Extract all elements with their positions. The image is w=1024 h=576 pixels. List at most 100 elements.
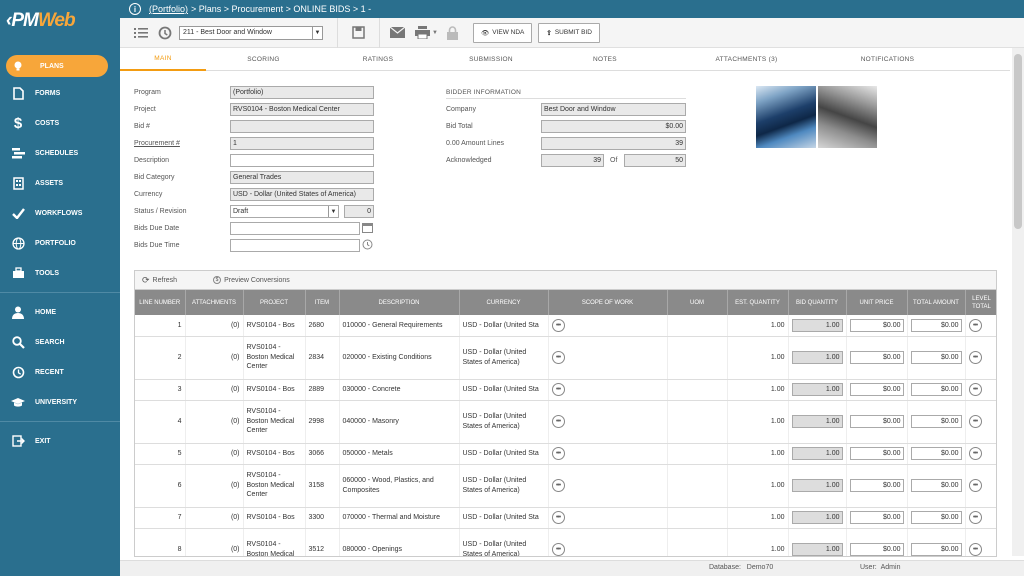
bid-number-field[interactable] — [230, 120, 374, 133]
more-options-icon[interactable]: ••• — [551, 511, 565, 524]
total-amount-input[interactable]: $0.00 — [910, 383, 962, 396]
column-header[interactable]: CURRENCY — [459, 290, 549, 315]
table-row[interactable]: 1 (0) RVS0104 - Bos 2680 010000 - General Re… — [135, 315, 996, 337]
amount-lines-field[interactable]: 39 — [541, 137, 686, 150]
tab-notes[interactable]: NOTES — [547, 48, 663, 71]
refresh-button[interactable]: ⟳ Refresh — [142, 275, 195, 286]
acknowledged-field[interactable]: 39 — [541, 154, 604, 167]
sidebar-item-university[interactable]: UNIVERSITY — [0, 387, 120, 417]
attachments-link[interactable]: (0) — [231, 482, 240, 489]
unit-price-input[interactable]: $0.00 — [849, 318, 904, 332]
bid-quantity-input[interactable]: 1.00 — [791, 415, 843, 428]
program-field[interactable]: (Portfolio) — [230, 86, 374, 99]
more-options-icon[interactable]: ••• — [968, 543, 982, 556]
column-header[interactable]: LINE NUMBER — [135, 290, 186, 315]
email-icon[interactable] — [390, 27, 405, 38]
more-options-icon[interactable]: ••• — [968, 479, 982, 492]
bids-due-date-field[interactable] — [230, 222, 360, 235]
total-amount-input[interactable]: $0.00 — [910, 479, 962, 492]
attachments-link[interactable]: (0) — [231, 418, 240, 425]
tab-main[interactable]: MAIN — [120, 48, 206, 71]
project-field[interactable]: RVS0104 - Boston Medical Center — [230, 103, 374, 116]
unit-price-input[interactable]: $0.00 — [849, 351, 904, 364]
sidebar-item-recent[interactable]: RECENT — [0, 357, 120, 387]
company-field[interactable]: Best Door and Window — [541, 103, 686, 116]
more-options-icon[interactable]: ••• — [968, 351, 982, 364]
chevron-down-icon[interactable]: ▼ — [432, 30, 438, 36]
list-icon[interactable] — [134, 27, 148, 39]
unit-price-input[interactable]: $0.00 — [849, 415, 904, 428]
bid-quantity-input[interactable]: 1.00 — [791, 447, 843, 460]
unit-price-input[interactable]: $0.00 — [849, 511, 904, 524]
bid-quantity-input[interactable]: 1.00 — [791, 351, 843, 364]
more-options-icon[interactable]: ••• — [551, 383, 565, 396]
sidebar-item-home[interactable]: HOME — [0, 297, 120, 327]
column-header[interactable]: UNIT PRICE — [846, 290, 908, 315]
bid-total-field[interactable]: $0.00 — [541, 120, 686, 133]
tab-submission[interactable]: SUBMISSION — [435, 48, 547, 71]
tab-scoring[interactable]: SCORING — [206, 48, 321, 71]
bid-category-field[interactable]: General Trades — [230, 171, 374, 184]
attachments-link[interactable]: (0) — [231, 354, 240, 361]
unit-price-input[interactable]: $0.00 — [849, 543, 904, 556]
of-total-field[interactable]: 50 — [624, 154, 686, 167]
more-options-icon[interactable]: ••• — [968, 383, 982, 396]
column-header[interactable]: SCOPE OF WORK — [548, 290, 668, 315]
more-options-icon[interactable]: ••• — [968, 415, 982, 428]
column-header[interactable]: TOTAL AMOUNT — [907, 290, 966, 315]
unit-price-input[interactable]: $0.00 — [849, 447, 904, 460]
more-options-icon[interactable]: ••• — [551, 351, 565, 364]
tab-attachments[interactable]: ATTACHMENTS (3) — [663, 48, 830, 71]
status-select[interactable]: Draft ▼ — [230, 205, 339, 218]
unit-price-input[interactable]: $0.00 — [849, 383, 904, 396]
calendar-icon[interactable] — [362, 222, 373, 235]
more-options-icon[interactable]: ••• — [551, 447, 565, 460]
tab-ratings[interactable]: RATINGS — [321, 48, 435, 71]
table-row[interactable]: 4 (0) RVS0104 - Boston Medical Center 2998 0… — [135, 400, 996, 444]
lock-icon[interactable] — [446, 25, 458, 40]
bid-quantity-input[interactable]: 1.00 — [791, 543, 843, 556]
history-icon[interactable] — [158, 26, 172, 40]
total-amount-input[interactable]: $0.00 — [910, 415, 962, 428]
pmweb-logo[interactable]: ‹PMWeb — [0, 0, 120, 42]
clock-icon[interactable] — [362, 239, 373, 252]
attachments-link[interactable]: (0) — [231, 514, 240, 521]
currency-field[interactable]: USD - Dollar (United States of America) — [230, 188, 374, 201]
table-row[interactable]: 3 (0) RVS0104 - Bos 2889 030000 - Concrete US… — [135, 379, 996, 401]
submit-bid-button[interactable]: ⇪ SUBMIT BID — [538, 22, 600, 43]
vertical-scrollbar[interactable] — [1012, 48, 1024, 556]
procurement-number-link[interactable]: Procurement # — [134, 140, 180, 147]
total-amount-input[interactable]: $0.00 — [910, 543, 962, 556]
sidebar-item-schedules[interactable]: SCHEDULES — [0, 138, 120, 168]
bid-quantity-input[interactable]: 1.00 — [791, 511, 843, 524]
column-header[interactable]: PROJECT — [243, 290, 306, 315]
project-photo[interactable] — [818, 86, 877, 148]
more-options-icon[interactable]: ••• — [551, 318, 565, 332]
more-options-icon[interactable]: ••• — [968, 318, 982, 332]
project-photo[interactable] — [756, 86, 816, 148]
sidebar-item-portfolio[interactable]: PORTFOLIO — [0, 228, 120, 258]
bids-due-time-field[interactable] — [230, 239, 360, 252]
attachments-link[interactable]: (0) — [231, 450, 240, 457]
view-nda-button[interactable]: 👁 VIEW NDA — [472, 22, 533, 43]
column-header[interactable]: ITEM — [305, 290, 340, 315]
more-options-icon[interactable]: ••• — [968, 447, 982, 460]
bid-quantity-input[interactable]: 1.00 — [791, 479, 843, 492]
bid-quantity-input[interactable]: 1.00 — [791, 318, 843, 332]
scrollbar-thumb[interactable] — [1014, 54, 1022, 229]
total-amount-input[interactable]: $0.00 — [910, 351, 962, 364]
preview-conversions-button[interactable]: $ Preview Conversions — [213, 276, 308, 284]
sidebar-item-costs[interactable]: $ COSTS — [0, 108, 120, 138]
column-header[interactable]: BID QUANTITY — [788, 290, 847, 315]
total-amount-input[interactable]: $0.00 — [910, 447, 962, 460]
description-field[interactable] — [230, 154, 374, 167]
column-header[interactable]: EST. QUANTITY — [727, 290, 789, 315]
revision-field[interactable]: 0 — [344, 205, 374, 218]
attachments-link[interactable]: (0) — [231, 546, 240, 553]
procurement-number-field[interactable]: 1 — [230, 137, 374, 150]
record-select[interactable]: 211 - Best Door and Window ▼ — [179, 25, 323, 40]
sidebar-item-forms[interactable]: FORMS — [0, 78, 120, 108]
bid-quantity-input[interactable]: 1.00 — [791, 383, 843, 396]
column-header[interactable]: ATTACHMENTS — [185, 290, 244, 315]
attachments-link[interactable]: (0) — [231, 386, 240, 393]
